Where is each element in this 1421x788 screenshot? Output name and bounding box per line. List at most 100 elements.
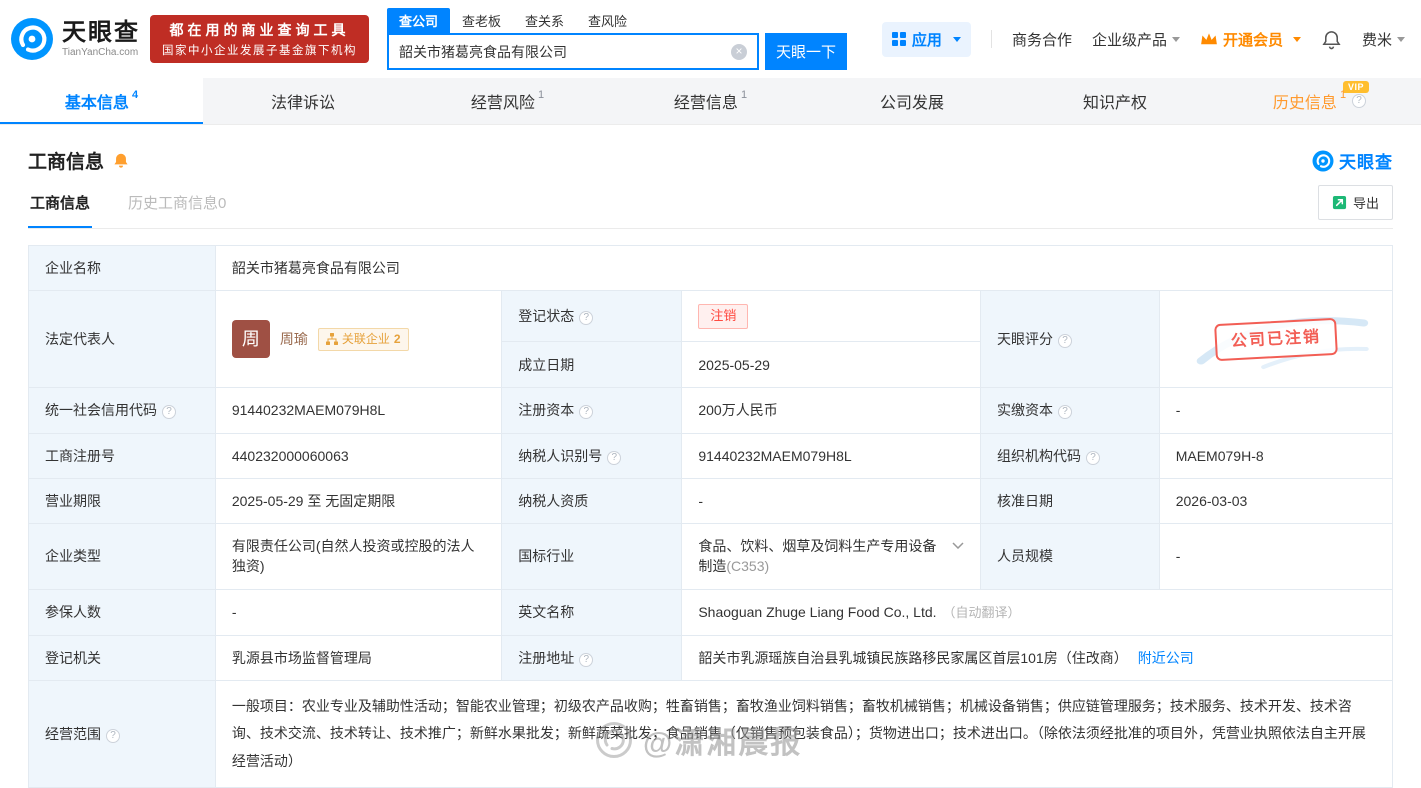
field-label-company-type: 企业类型 [28,523,216,590]
help-icon[interactable]: ? [1352,94,1367,108]
help-icon[interactable]: ? [1058,334,1073,349]
industry-code: (C353) [726,558,770,575]
search-tab-relation[interactable]: 查关系 [513,8,576,33]
field-label-industry: 国标行业 [501,523,683,590]
notifications-bell-icon[interactable] [1321,29,1342,50]
field-value-registry: 乳源县市场监督管理局 [214,634,503,681]
field-value-business-term: 2025-05-29 至 无固定期限 [214,477,503,525]
brand-name: 天眼查 [62,19,140,47]
subtab-row: 工商信息 历史工商信息0 导出 [28,182,1393,229]
help-icon[interactable]: ? [607,450,622,465]
field-value-credit-code: 91440232MAEM079H8L [214,387,503,434]
tianyancha-logo[interactable]: 天眼查 TianYanCha.com [10,17,140,61]
company-type: 有限责任公司(自然人投资或控股的法人独资) [231,538,475,575]
tab-company-development[interactable]: 公司发展 [812,78,1015,124]
avatar-initial: 周 [241,329,260,350]
header-menu: 应用 商务合作 企业级产品 开通会员 费米 [881,21,1405,57]
tab-operation-risk[interactable]: 经营风险 1 [406,78,609,124]
business-cooperation-link[interactable]: 商务合作 [1012,29,1072,50]
field-label-business-scope: 经营范围? [28,679,216,788]
table-row: 统一社会信用代码? 91440232MAEM079H8L 注册资本? 200万人… [28,387,1394,434]
section-title: 工商信息 [28,152,105,173]
clear-search-icon[interactable]: × [731,43,747,60]
related-companies-badge[interactable]: 关联企业 2 [317,327,409,351]
table-row: 登记机关 乳源县市场监督管理局 注册地址? 韶关市乳源瑶族自治县乳城镇民族路移民… [28,634,1393,681]
label-text: 工商注册号 [45,447,115,464]
subtab-history-business-info[interactable]: 历史工商信息0 [126,182,228,228]
apps-menu[interactable]: 应用 [881,21,971,57]
apps-label: 应用 [911,31,942,49]
help-icon[interactable]: ? [1086,450,1101,465]
field-value-reg-number: 440232000060063 [214,432,503,479]
help-icon[interactable]: ? [1058,405,1073,420]
search-tab-boss[interactable]: 查老板 [450,8,513,33]
legal-rep-avatar[interactable]: 周 [231,320,270,359]
field-label-company-name: 企业名称 [28,244,216,292]
field-value-org-code: MAEM079H-8 [1158,432,1394,479]
approval-date: 2026-03-03 [1175,492,1248,509]
field-value-taxpayer-quality: - [681,477,982,525]
apps-grid-icon [891,32,906,46]
help-icon[interactable]: ? [579,405,594,420]
field-label-reg-status: 登记状态? [501,290,683,343]
search-input[interactable] [389,43,731,60]
label-text: 核准日期 [997,492,1054,509]
promo-line1: 都在用的商业查询工具 [169,22,350,38]
tab-label: 历史信息 [1272,95,1337,112]
field-value-reg-capital: 200万人民币 [681,387,982,434]
label-text: 英文名称 [518,604,575,621]
table-row: 法定代表人 周 周瑜 关联企业 2 登记状态 ? 注销 天眼评分 ? 公司已注销 [28,290,1394,389]
field-value-staff-size: - [1158,523,1394,590]
help-icon[interactable]: ? [162,405,176,420]
field-value-address: 韶关市乳源瑶族自治县乳城镇民族路移民家属区首层101房（住改商） 附近公司 [681,634,1393,681]
field-value-reg-status: 注销 [681,290,982,343]
tab-count: 1 [740,89,748,101]
help-icon[interactable]: ? [106,728,120,743]
open-vip-label: 开通会员 [1222,31,1283,49]
label-text: 参保人数 [45,604,101,621]
staff-size: - [1175,548,1181,565]
search-tab-company[interactable]: 查公司 [387,8,451,33]
help-icon[interactable]: ? [579,311,594,326]
field-label-staff-size: 人员规模 [980,523,1160,590]
top-header: 天眼查 TianYanCha.com 都在用的商业查询工具 国家中小企业发展子基… [0,0,1421,78]
label-text: 经营范围 [45,725,101,742]
field-label-org-code: 组织机构代码? [980,432,1160,479]
export-label: 导出 [1352,196,1379,211]
tab-label: 公司发展 [879,95,944,112]
table-row: 企业类型 有限责任公司(自然人投资或控股的法人独资) 国标行业 食品、饮料、烟草… [28,523,1394,590]
tab-intellectual-property[interactable]: 知识产权 [1015,78,1218,124]
taxpayer-id: 91440232MAEM079H8L [698,447,852,464]
open-vip-menu[interactable]: 开通会员 [1200,29,1301,50]
business-scope: 一般项目：农业专业及辅助性活动；智能农业管理；初级农产品收购；牲畜销售；畜牧渔业… [231,697,1366,769]
help-icon[interactable]: ? [579,652,594,667]
field-value-industry: 食品、饮料、烟草及饲料生产专用设备制造(C353) [681,523,982,590]
tab-count: 1 [1339,89,1347,101]
export-button[interactable]: 导出 [1317,185,1393,220]
search-area: 查公司 查老板 查关系 查风险 × 天眼一下 [387,8,847,70]
legal-rep-name-link[interactable]: 周瑜 [280,329,308,349]
tab-history-info[interactable]: VIP 历史信息 1 ? [1218,78,1421,124]
field-label-legal-rep: 法定代表人 [28,290,216,389]
tab-operation-info[interactable]: 经营信息 1 [609,78,812,124]
related-companies-count: 2 [393,331,401,346]
search-tab-risk[interactable]: 查风险 [576,8,639,33]
user-menu[interactable]: 费米 [1362,29,1405,50]
english-name: Shaoguan Zhuge Liang Food Co., Ltd. [698,603,937,620]
company-name: 韶关市猪葛亮食品有限公司 [231,260,400,276]
tab-label: 知识产权 [1082,95,1147,112]
vip-badge: VIP [1342,81,1369,93]
nearby-companies-link[interactable]: 附近公司 [1138,650,1194,666]
tab-legal-litigation[interactable]: 法律诉讼 [203,78,406,124]
status-badge: 注销 [698,303,749,329]
label-text: 营业期限 [45,492,101,509]
subtab-business-info[interactable]: 工商信息 [28,182,93,228]
export-icon [1332,195,1347,210]
chevron-down-icon[interactable] [952,542,964,550]
search-button[interactable]: 天眼一下 [765,33,847,70]
tab-basic-info[interactable]: 基本信息 4 [0,78,203,124]
tab-count: 1 [537,89,545,101]
taxpayer-quality: - [698,492,704,509]
enterprise-products-menu[interactable]: 企业级产品 [1092,29,1180,50]
subscribe-bell-icon[interactable] [112,152,130,170]
